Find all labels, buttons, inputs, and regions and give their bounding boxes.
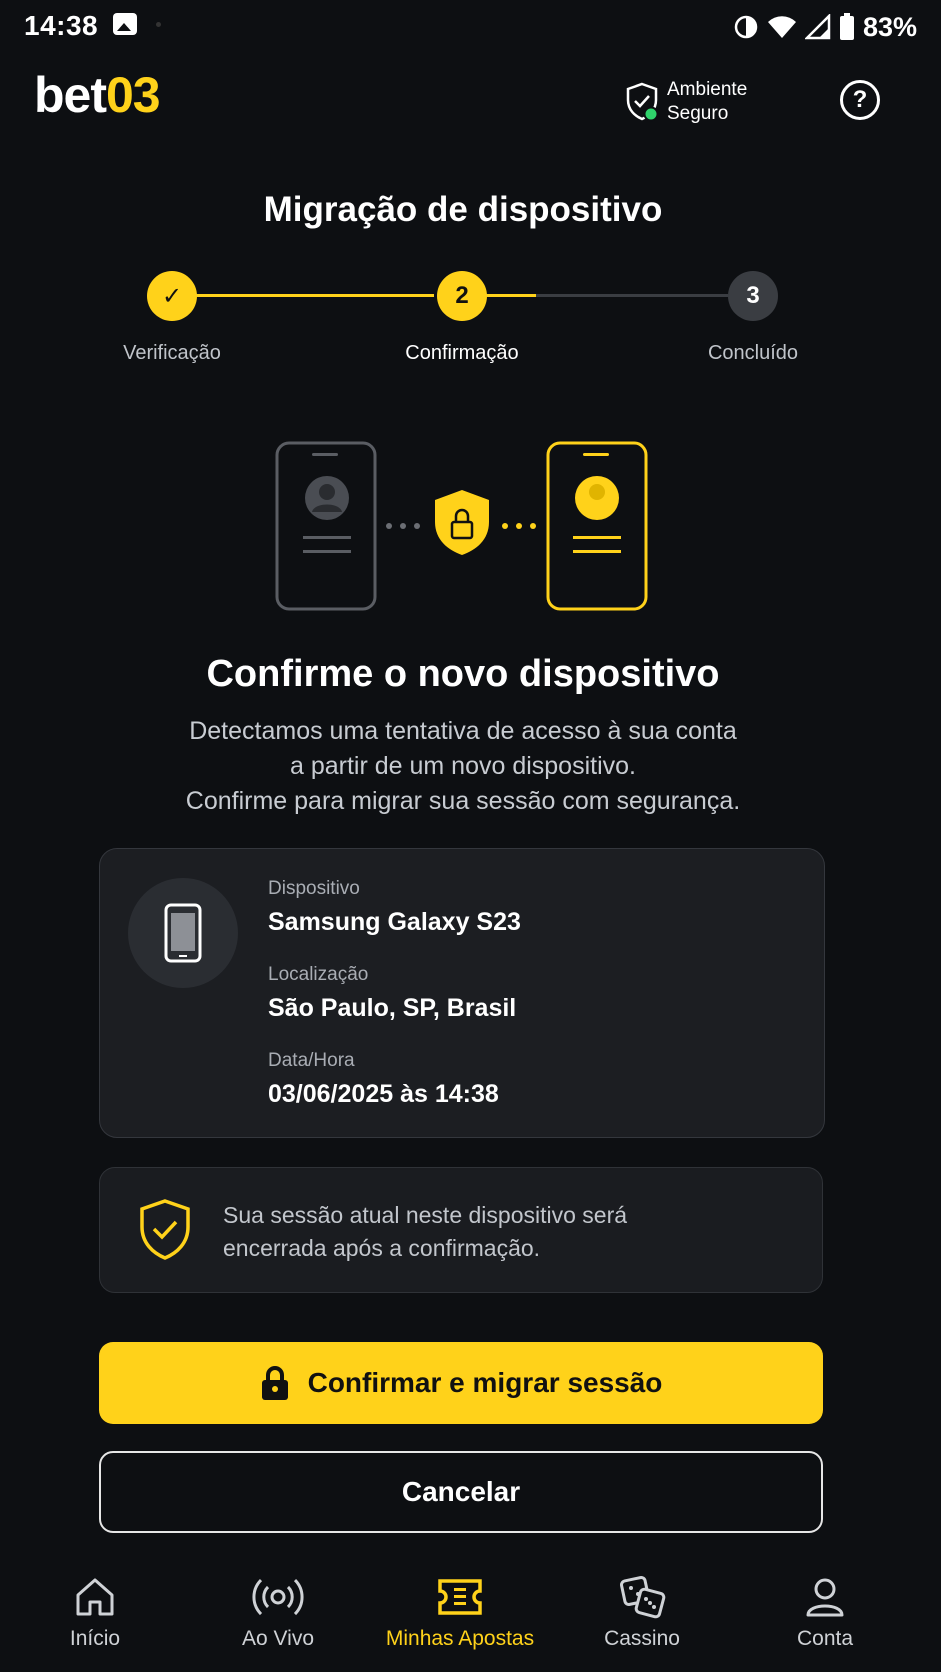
nav-label-conta: Conta (796, 1627, 854, 1650)
step-3-number: 3 (746, 282, 760, 309)
step-2-circle: 2 (437, 271, 487, 321)
description-line-2: a partir de um novo dispositivo. (289, 752, 636, 780)
datetime-label: Data/Hora (268, 1050, 355, 1071)
logo-text-bet: bet (34, 67, 107, 123)
battery-icon (839, 13, 854, 40)
gallery-icon (113, 13, 137, 35)
step-1-label: Verificação (123, 342, 221, 364)
brand-logo[interactable]: bet03 (34, 67, 161, 123)
session-info-text: Sua sessão atual neste dispositivo será … (223, 1199, 763, 1265)
datetime-value: 03/06/2025 às 14:38 (268, 1080, 499, 1108)
device-icon-badge (128, 878, 238, 988)
nav-item-conta[interactable]: Conta (735, 1575, 915, 1665)
secure-text: Ambiente Seguro (667, 78, 747, 126)
step-3-circle: 3 (728, 271, 778, 321)
status-bar: 14:38 83% (0, 0, 941, 56)
notification-dot (156, 22, 161, 27)
location-value: São Paulo, SP, Brasil (268, 994, 517, 1022)
help-icon: ? (852, 86, 868, 113)
live-icon (252, 1578, 304, 1616)
shield-check-icon (626, 82, 659, 122)
nav-label-ao-vivo: Ao Vivo (242, 1627, 314, 1650)
description-line-1: Detectamos uma tentativa de acesso à sua… (189, 717, 737, 745)
user-icon (806, 1578, 844, 1617)
device-value: Samsung Galaxy S23 (268, 908, 521, 936)
location-label: Localização (268, 964, 369, 985)
logo-text-03: 03 (106, 67, 161, 123)
confirm-migrate-label: Confirmar e migrar sessão (307, 1367, 663, 1398)
step-3-label: Concluído (707, 342, 799, 364)
step-connector-1 (196, 294, 434, 297)
step-connector-2-progress (486, 294, 536, 297)
status-icons: 83% (733, 10, 917, 44)
lock-icon (261, 1366, 288, 1400)
device-migration-illustration (275, 441, 648, 611)
step-connector-2-remaining (536, 294, 728, 297)
step-2-label: Confirmação (405, 342, 519, 364)
session-info-line-2: encerrada após a confirmação. (223, 1235, 541, 1261)
nav-label-cassino: Cassino (604, 1627, 680, 1650)
nav-label-inicio: Início (69, 1627, 121, 1650)
secure-line-2: Seguro (667, 103, 729, 124)
status-time: 14:38 (24, 10, 99, 41)
nav-item-cassino[interactable]: Cassino (552, 1575, 732, 1665)
battery-percent: 83% (862, 11, 917, 42)
page-title: Migração de dispositivo (263, 190, 663, 229)
device-label: Dispositivo (268, 878, 360, 899)
signal-icon (804, 14, 831, 40)
dice-icon (620, 1576, 666, 1619)
session-info-line-1: Sua sessão atual neste dispositivo será (223, 1202, 628, 1228)
check-icon: ✓ (161, 282, 183, 310)
confirm-title: Confirme o novo dispositivo (206, 653, 720, 695)
cancel-button[interactable]: Cancelar (99, 1451, 823, 1533)
wifi-icon (767, 16, 796, 38)
cancel-label: Cancelar (401, 1476, 521, 1507)
new-phone-icon (546, 441, 648, 611)
nav-item-inicio[interactable]: Início (5, 1575, 185, 1665)
smartphone-icon (164, 903, 202, 963)
nav-label-minhas-apostas: Minhas Apostas (385, 1627, 535, 1650)
secure-environment-badge: Ambiente Seguro (625, 78, 747, 126)
help-button[interactable]: ? (840, 80, 880, 120)
old-phone-icon (275, 441, 377, 611)
step-2-number: 2 (455, 282, 469, 309)
ticket-icon (438, 1579, 482, 1615)
confirm-migrate-button[interactable]: Confirmar e migrar sessão (99, 1342, 823, 1424)
vibrate-icon (734, 15, 758, 39)
secure-line-1: Ambiente (667, 79, 748, 100)
description-line-3: Confirme para migrar sua sessão com segu… (185, 787, 741, 815)
home-icon (76, 1578, 114, 1616)
step-1-circle: ✓ (147, 271, 197, 321)
nav-item-ao-vivo[interactable]: Ao Vivo (188, 1575, 368, 1665)
nav-item-minhas-apostas[interactable]: Minhas Apostas (370, 1575, 550, 1665)
shield-check-icon (140, 1199, 190, 1260)
